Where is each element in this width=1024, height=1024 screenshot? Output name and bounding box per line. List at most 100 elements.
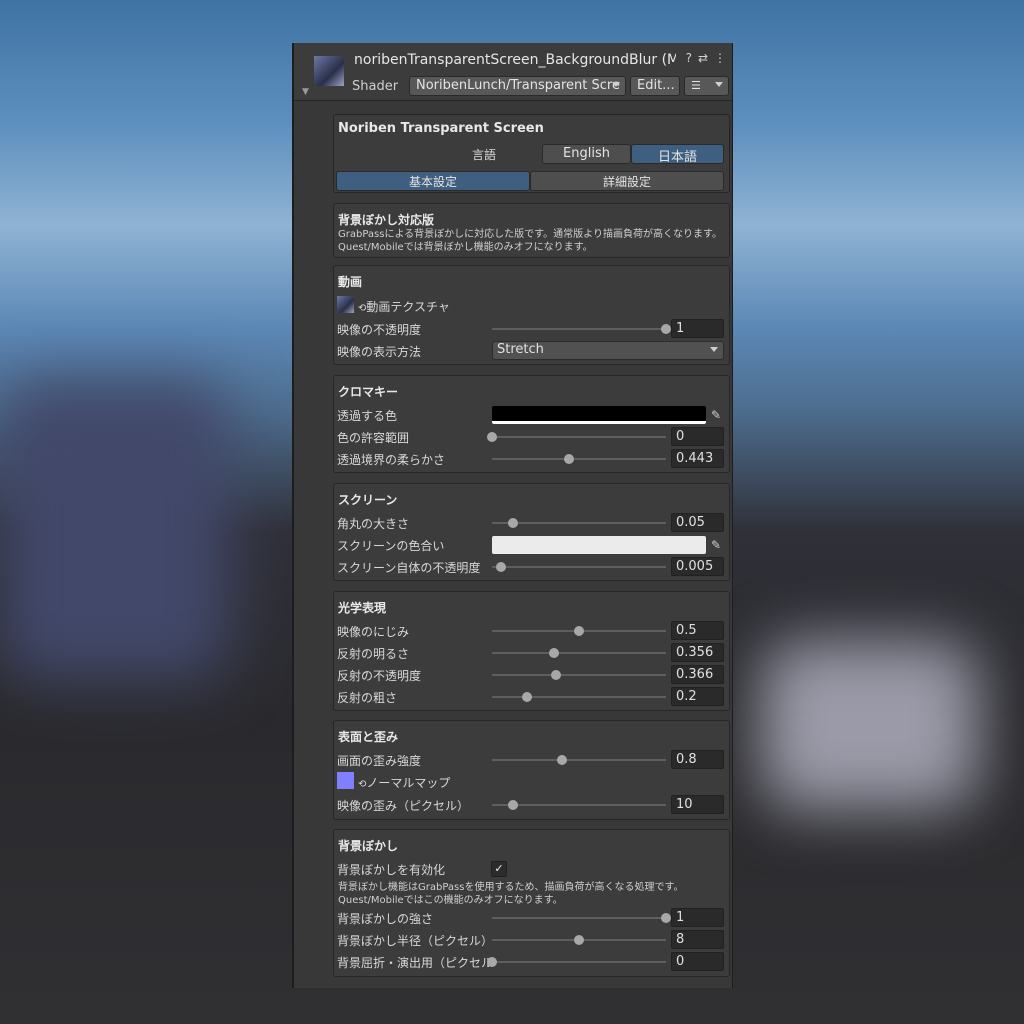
material-preview-thumbnail[interactable] [314,56,344,86]
language-label: 言語 [472,148,497,162]
screen-section: スクリーン 角丸の大きさ 0.05 スクリーンの色合い ✎ スクリーン自体の不透… [333,483,730,581]
shader-dropdown[interactable]: NoribenLunch/Transparent Scre [409,76,626,96]
surface-distort-field[interactable]: 0.8 [671,750,724,769]
header-icons: ? ⇄ ⋮ [686,51,726,65]
blur-radius-field[interactable]: 8 [671,930,724,949]
optics-refl-opacity-row: 反射の不透明度 0.366 [334,664,729,686]
chroma-color-swatch[interactable] [492,406,706,424]
edit-button[interactable]: Edit... [630,76,680,96]
blur-enable-checkbox[interactable]: ✓ [491,861,507,877]
language-section: Noriben Transparent Screen 言語 English 日本… [333,114,730,193]
pixel-distort-field[interactable]: 10 [671,795,724,814]
slider-handle[interactable] [661,324,671,334]
blur-strength-row: 背景ぼかしの強さ 1 [334,907,729,929]
blur-section-title: 背景ぼかし [338,839,399,853]
chroma-key-section: クロマキー 透過する色 ✎ 色の許容範囲 0 透過境界の柔らかさ 0.443 [333,375,730,473]
slider-handle[interactable] [550,670,561,680]
optics-refl-opacity-label: 反射の不透明度 [337,669,422,683]
list-options-button[interactable]: ☰ [684,76,729,96]
screen-tint-label: スクリーンの色合い [337,539,445,553]
blur-refract-field[interactable]: 0 [671,952,724,971]
screen-corner-row: 角丸の大きさ 0.05 [334,512,729,534]
shader-label: Shader [352,79,399,94]
optics-section: 光学表現 映像のにじみ 0.5 反射の明るさ 0.356 反射の不透明度 0.3… [333,591,730,711]
optics-bleed-slider[interactable] [492,626,666,636]
slider-handle[interactable] [487,432,497,442]
preset-icon[interactable]: ⇄ [698,51,708,65]
chroma-tolerance-slider[interactable] [487,432,666,442]
optics-bleed-field[interactable]: 0.5 [671,621,724,640]
screen-corner-field[interactable]: 0.05 [671,513,724,532]
screen-opacity-row: スクリーン自体の不透明度 0.005 [334,556,729,578]
screen-opacity-field[interactable]: 0.005 [671,557,724,576]
pixel-distort-label: 映像の歪み（ピクセル） [337,799,470,813]
slider-handle[interactable] [495,562,506,572]
optics-refl-opacity-field[interactable]: 0.366 [671,665,724,684]
video-texture-thumbnail[interactable] [337,296,354,313]
slider-handle[interactable] [556,755,567,765]
eyedropper-icon[interactable]: ✎ [708,406,724,424]
inspector-panel: ▼ noribenTransparentScreen_BackgroundBlu… [292,43,733,988]
optics-refl-rough-field[interactable]: 0.2 [671,687,724,706]
background-blur-right [760,640,980,810]
chevron-down-icon [715,82,723,87]
chroma-color-row: 透過する色 ✎ [334,404,729,426]
screen-section-title: スクリーン [338,493,398,507]
japanese-button[interactable]: 日本語 [631,144,724,164]
chroma-tolerance-row: 色の許容範囲 0 [334,426,729,448]
surface-section-title: 表面と歪み [338,730,399,744]
optics-refl-opacity-slider[interactable] [492,670,666,680]
tab-detail-settings[interactable]: 詳細設定 [530,171,724,191]
shader-title: Noriben Transparent Screen [338,121,544,136]
normal-map-thumbnail[interactable] [337,772,354,789]
optics-refl-bright-field[interactable]: 0.356 [671,643,724,662]
video-opacity-row: 映像の不透明度 1 [334,318,729,340]
chroma-softness-label: 透過境界の柔らかさ [337,453,446,467]
screen-corner-slider[interactable] [492,518,666,528]
tab-basic-settings[interactable]: 基本設定 [336,171,530,191]
slider-handle[interactable] [574,935,584,945]
help-icon[interactable]: ? [686,51,692,65]
blur-enable-label: 背景ぼかしを有効化 [337,863,446,877]
screen-tint-swatch[interactable] [492,536,706,554]
video-opacity-slider[interactable] [492,324,671,334]
normal-map-row: ⟲ノーマルマップ [334,771,729,793]
blur-radius-slider[interactable] [492,935,666,945]
fold-arrow-icon[interactable]: ▼ [302,87,309,97]
slider-handle[interactable] [548,648,559,658]
eyedropper-icon[interactable]: ✎ [708,536,724,554]
optics-bleed-row: 映像のにじみ 0.5 [334,620,729,642]
chroma-softness-slider[interactable] [492,454,666,464]
chroma-softness-field[interactable]: 0.443 [671,449,724,468]
video-display-row: 映像の表示方法 Stretch [334,340,729,362]
pixel-distort-slider[interactable] [492,800,666,810]
blur-description: 背景ぼかし機能はGrabPassを使用するため、描画負荷が高くなる処理です。Qu… [338,882,684,906]
video-display-dropdown[interactable]: Stretch [492,341,724,360]
material-title: noribenTransparentScreen_BackgroundBlur … [354,52,676,68]
surface-distort-slider[interactable] [492,755,666,765]
video-texture-row: ⟲動画テクスチャ [334,295,729,317]
slider-handle[interactable] [507,800,518,810]
slider-handle[interactable] [487,957,497,967]
optics-refl-bright-label: 反射の明るさ [337,647,410,661]
english-button[interactable]: English [542,144,631,164]
slider-handle[interactable] [564,454,575,464]
slider-handle[interactable] [661,913,671,923]
blur-strength-slider[interactable] [492,913,671,923]
blur-strength-label: 背景ぼかしの強さ [337,912,434,926]
screen-tint-row: スクリーンの色合い ✎ [334,534,729,556]
slider-handle[interactable] [507,518,518,528]
optics-refl-rough-slider[interactable] [492,692,666,702]
more-menu-icon[interactable]: ⋮ [714,51,726,65]
video-opacity-label: 映像の不透明度 [337,323,422,337]
blur-strength-field[interactable]: 1 [671,908,724,927]
slider-handle[interactable] [574,626,584,636]
slider-handle[interactable] [521,692,532,702]
surface-section: 表面と歪み 画面の歪み強度 0.8 ⟲ノーマルマップ 映像の歪み（ピクセル） 1… [333,720,730,820]
blur-refract-slider[interactable] [487,957,666,967]
optics-refl-bright-slider[interactable] [492,648,666,658]
video-opacity-field[interactable]: 1 [671,319,724,338]
screen-opacity-slider[interactable] [492,562,666,572]
chroma-tolerance-field[interactable]: 0 [671,427,724,446]
chroma-tolerance-label: 色の許容範囲 [337,431,410,445]
